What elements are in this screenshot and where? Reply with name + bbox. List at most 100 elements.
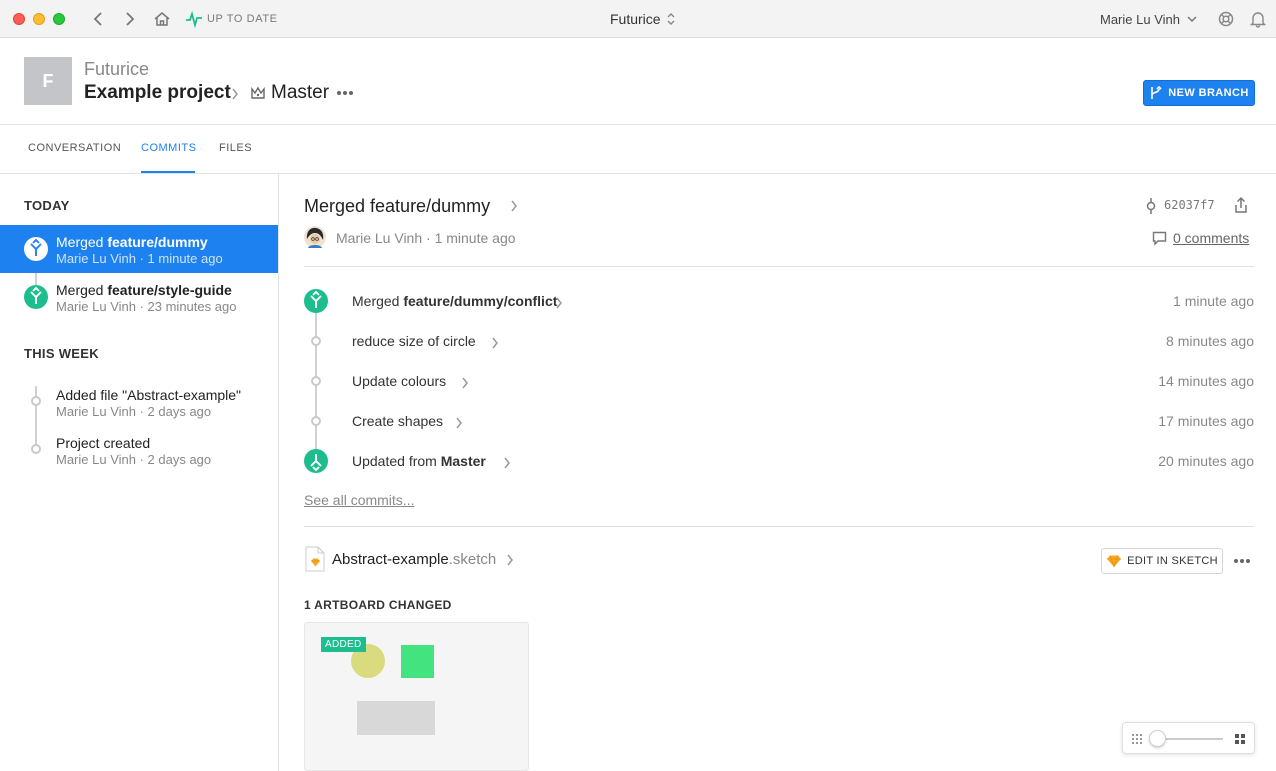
commit-label: Create shapes [352,413,444,429]
commit-title: Added file "Abstract-example" [56,387,242,403]
active-tab-indicator [141,171,195,173]
chevron-right-icon [462,377,468,389]
project-name[interactable]: Example project [84,82,231,104]
file-name[interactable]: Abstract-example.sketch [332,551,496,568]
chevron-right-icon [492,337,498,349]
sketch-diamond-icon [1107,555,1122,568]
table-row[interactable]: Updated from Master 20 minutes ago [304,443,1254,483]
master-branch-crown-icon [251,86,265,99]
zoom-slider-handle[interactable] [1149,730,1166,747]
table-row[interactable]: Create shapes 17 minutes ago [304,403,1254,443]
table-row[interactable]: Update colours 14 minutes ago [304,363,1254,403]
notifications-bell-icon[interactable] [1249,10,1267,28]
minimize-window-button[interactable] [33,13,45,25]
author-meta: Marie Lu Vinh · 1 minute ago [336,230,516,246]
commit-dot-icon [311,336,321,346]
back-icon[interactable] [90,10,108,28]
organization-avatar: F [24,57,72,105]
edit-in-sketch-button[interactable]: EDIT IN SKETCH [1101,548,1223,574]
commit-dot-icon [31,396,41,406]
branch-icon [1151,86,1162,99]
sync-status: UP TO DATE [207,13,278,25]
edit-in-sketch-label: EDIT IN SKETCH [1127,555,1218,567]
title-bar: UP TO DATE Futurice Marie Lu Vinh [0,0,1276,38]
table-row[interactable]: reduce size of circle 8 minutes ago [304,323,1254,363]
chevron-right-icon [504,457,510,469]
tab-bar: CONVERSATION COMMITS FILES [0,125,1276,174]
tab-files[interactable]: FILES [219,142,252,154]
commit-meta: Marie Lu Vinh · 23 minutes ago [56,299,237,314]
tab-commits[interactable]: COMMITS [141,142,196,154]
project-header: F Futurice Example project Master NEW BR… [0,38,1276,125]
new-branch-button[interactable]: NEW BRANCH [1143,80,1255,106]
chevron-right-icon [456,417,462,429]
see-all-commits-link[interactable]: See all commits... [304,492,414,508]
help-lifebuoy-icon[interactable] [1217,10,1235,28]
large-grid-icon[interactable] [1234,733,1246,745]
commit-time: 8 minutes ago [1166,333,1254,349]
close-window-button[interactable] [13,13,25,25]
forward-icon[interactable] [121,10,139,28]
new-branch-label: NEW BRANCH [1168,87,1249,99]
table-row[interactable]: Merged feature/dummy/conflict 1 minute a… [304,283,1254,323]
chevron-right-icon[interactable] [510,200,518,212]
commit-label: Updated from Master [352,453,486,469]
commit-hash[interactable]: 62037f7 [1164,198,1215,212]
commit-detail: Merged feature/dummy 62037f7 Marie Lu Vi… [280,174,1276,771]
zoom-window-button[interactable] [53,13,65,25]
artboard-thumbnail[interactable]: ADDED [304,622,529,771]
commit-heading: Merged feature/dummy [304,196,491,216]
divider [304,266,1254,267]
more-options-icon[interactable] [336,90,354,96]
list-item[interactable]: Project created Marie Lu Vinh · 2 days a… [0,426,278,474]
comment-icon[interactable] [1152,231,1167,246]
commit-label: reduce size of circle [352,333,476,349]
commit-title: Merged feature/style-guide [56,282,232,298]
sketch-file-icon [305,546,325,572]
chevron-down-icon[interactable] [1186,11,1198,27]
commit-time: 20 minutes ago [1158,453,1254,469]
section-title-this-week: THIS WEEK [24,346,99,361]
divider [304,526,1254,527]
merge-icon [24,237,48,261]
branch-name[interactable]: Master [271,82,329,104]
commit-meta: Marie Lu Vinh · 2 days ago [56,452,212,467]
user-menu[interactable]: Marie Lu Vinh [1100,12,1180,27]
commit-title: Merged feature/dummy [56,234,208,250]
zoom-control [1122,722,1255,754]
tab-conversation[interactable]: CONVERSATION [28,142,121,154]
more-options-icon[interactable] [1233,558,1251,564]
list-item[interactable]: Merged feature/dummy Marie Lu Vinh · 1 m… [0,225,278,273]
merge-icon [24,285,48,309]
commit-time: 14 minutes ago [1158,373,1254,389]
small-grid-icon[interactable] [1131,733,1143,745]
added-badge: ADDED [321,637,366,652]
section-title-today: TODAY [24,198,70,213]
commit-dot-icon [31,444,41,454]
chevron-right-icon[interactable] [506,554,514,566]
commit-label: Merged feature/dummy/conflict [352,293,558,309]
commit-time: 1 minute ago [1173,293,1254,309]
up-down-chevron-icon[interactable] [666,11,676,27]
comments-link[interactable]: 0 comments [1173,230,1249,246]
breadcrumb-chevron-icon [232,88,238,100]
merge-icon [304,289,328,313]
list-item[interactable]: Added file "Abstract-example" Marie Lu V… [0,378,278,426]
list-item[interactable]: Merged feature/style-guide Marie Lu Vinh… [0,273,278,321]
organization-name[interactable]: Futurice [84,59,149,80]
share-icon[interactable] [1233,196,1249,214]
commit-label: Update colours [352,373,447,389]
activity-icon [186,10,202,28]
update-from-master-icon [304,449,328,473]
commit-time: 17 minutes ago [1158,413,1254,429]
artboards-changed-heading: 1 ARTBOARD CHANGED [304,598,452,612]
commit-meta: Marie Lu Vinh · 1 minute ago [56,251,223,266]
commit-dot-icon [311,376,321,386]
commit-hash-icon [1146,198,1156,214]
author-avatar [304,226,326,248]
home-icon[interactable] [153,10,171,28]
commit-meta: Marie Lu Vinh · 2 days ago [56,404,212,419]
commit-dot-icon [311,416,321,426]
commit-title: Project created [56,435,151,451]
project-switcher[interactable]: Futurice [610,11,661,27]
